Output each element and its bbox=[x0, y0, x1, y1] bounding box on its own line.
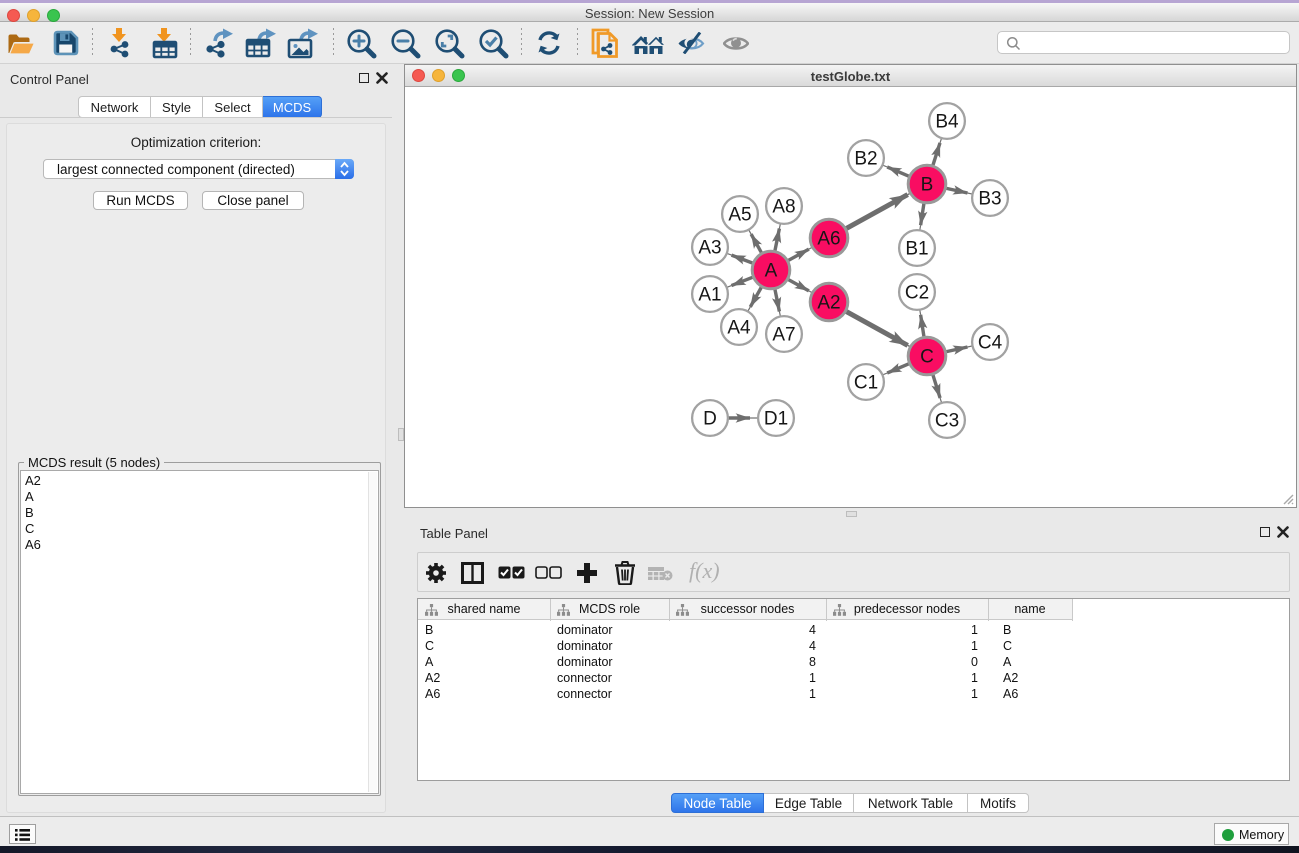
svg-text:C2: C2 bbox=[905, 283, 929, 304]
svg-text:C1: C1 bbox=[854, 373, 878, 394]
svg-text:A8: A8 bbox=[772, 197, 795, 218]
svg-text:B1: B1 bbox=[905, 239, 928, 260]
svg-text:A6: A6 bbox=[817, 229, 840, 250]
svg-text:A2: A2 bbox=[817, 293, 840, 314]
svg-text:A1: A1 bbox=[698, 285, 721, 306]
svg-text:D1: D1 bbox=[764, 409, 788, 430]
svg-text:B3: B3 bbox=[978, 189, 1001, 210]
svg-text:C3: C3 bbox=[935, 411, 959, 432]
svg-text:B2: B2 bbox=[854, 149, 877, 170]
svg-text:A3: A3 bbox=[698, 238, 721, 259]
svg-text:B: B bbox=[921, 175, 934, 196]
svg-text:A: A bbox=[765, 261, 778, 282]
svg-text:B4: B4 bbox=[935, 112, 959, 133]
svg-text:A5: A5 bbox=[728, 205, 751, 226]
svg-text:A4: A4 bbox=[727, 318, 751, 339]
svg-text:D: D bbox=[703, 409, 717, 430]
svg-text:A7: A7 bbox=[772, 325, 795, 346]
svg-text:C: C bbox=[920, 347, 934, 368]
svg-text:C4: C4 bbox=[978, 333, 1003, 354]
